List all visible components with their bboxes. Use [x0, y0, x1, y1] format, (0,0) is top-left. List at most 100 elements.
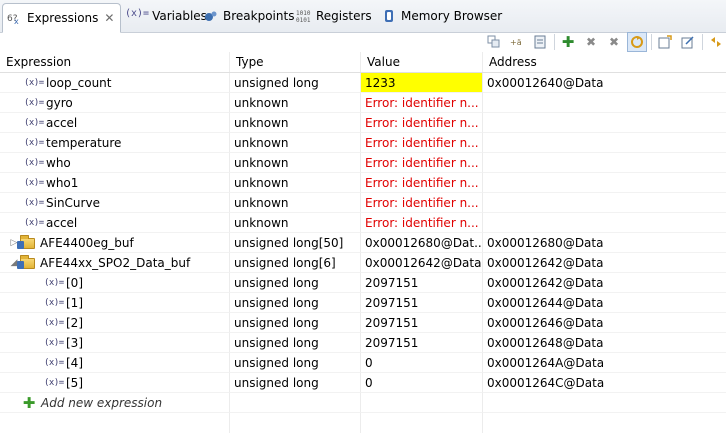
table-row[interactable]: (x)= gyro unknown Error: identifier n...: [0, 93, 726, 113]
column-header-expression[interactable]: Expression: [0, 52, 230, 72]
value-cell[interactable]: 0: [361, 373, 483, 393]
expression-name: who1: [46, 176, 79, 190]
table-row[interactable]: (x)= loop_count unsigned long 1233 0x0001264…: [0, 73, 726, 93]
value-cell[interactable]: 0: [361, 353, 483, 373]
address-cell: 0x0001264C@Data: [483, 373, 726, 393]
type-cell: unknown: [230, 173, 361, 193]
array-folder-icon: [17, 254, 35, 269]
add-new-expression-label[interactable]: Add new expression: [41, 393, 162, 412]
add-icon[interactable]: ✚: [20, 393, 38, 412]
remove-expression-icon[interactable]: ✖: [581, 32, 601, 52]
value-cell[interactable]: Error: identifier n...: [361, 213, 483, 233]
variable-icon: (x)=: [24, 158, 44, 168]
collapse-all-icon[interactable]: [484, 32, 504, 52]
value-cell[interactable]: Error: identifier n...: [361, 193, 483, 213]
refresh-icon[interactable]: [627, 32, 647, 52]
expression-cell: (x)= who: [0, 153, 230, 173]
close-icon[interactable]: ✕: [104, 11, 114, 25]
value-cell[interactable]: Error: identifier n...: [361, 153, 483, 173]
column-header-address[interactable]: Address: [483, 52, 726, 72]
expression-name: gyro: [46, 96, 73, 110]
empty-cell: [483, 393, 726, 413]
expression-name: AFE44xx_SPO2_Data_buf: [40, 256, 191, 270]
expression-name: [4]: [66, 356, 83, 370]
table-row[interactable]: ◢ AFE44xx_SPO2_Data_buf unsigned long[6] 0x…: [0, 253, 726, 273]
variable-icon: (x)=: [44, 298, 64, 308]
variable-icon: (x)=: [44, 338, 64, 348]
table-row[interactable]: (x)= [0] unsigned long 2097151 0x00012642@Da…: [0, 273, 726, 293]
add-new-expression-row[interactable]: ✚ Add new expression: [0, 393, 726, 413]
breakpoints-icon: [203, 8, 219, 24]
export-icon[interactable]: [678, 32, 698, 52]
table-header: Expression Type Value Address: [0, 52, 726, 73]
variable-icon: (x)=: [44, 278, 64, 288]
tab-label: Breakpoints: [223, 9, 295, 23]
address-cell: 0x00012644@Data: [483, 293, 726, 313]
tab-expressions[interactable]: 6? x Expressions ✕: [2, 3, 122, 33]
table-row[interactable]: (x)= temperature unknown Error: identifier …: [0, 133, 726, 153]
value-cell[interactable]: Error: identifier n...: [361, 133, 483, 153]
expression-cell: ✚ Add new expression: [0, 393, 230, 413]
column-header-type[interactable]: Type: [230, 52, 361, 72]
type-cell: unsigned long: [230, 293, 361, 313]
variable-icon: (x)=: [44, 318, 64, 328]
variable-icon: (x)=: [24, 218, 44, 228]
table-row[interactable]: (x)= [3] unsigned long 2097151 0x00012648@Da…: [0, 333, 726, 353]
table-row[interactable]: (x)= SinCurve unknown Error: identifier n..…: [0, 193, 726, 213]
tab-registers[interactable]: 1010 0101 Registers: [296, 4, 372, 28]
table-row[interactable]: (x)= accel unknown Error: identifier n...: [0, 113, 726, 133]
address-cell: [483, 173, 726, 193]
value-cell[interactable]: 2097151: [361, 333, 483, 353]
value-cell[interactable]: 2097151: [361, 293, 483, 313]
column-header-value[interactable]: Value: [361, 52, 483, 72]
memory-icon: [381, 8, 397, 24]
remove-all-expressions-icon[interactable]: ✖: [604, 32, 624, 52]
address-cell: [483, 213, 726, 233]
tab-label: Expressions: [27, 11, 99, 25]
sync-icon[interactable]: [706, 32, 726, 52]
type-cell: unknown: [230, 93, 361, 113]
tab-memory-browser[interactable]: Memory Browser: [381, 4, 502, 28]
table-row[interactable]: (x)= [4] unsigned long 0 0x0001264A@Data: [0, 353, 726, 373]
value-cell[interactable]: 2097151: [361, 313, 483, 333]
type-cell: unknown: [230, 153, 361, 173]
value-cell[interactable]: Error: identifier n...: [361, 113, 483, 133]
expression-cell: (x)= [0]: [0, 273, 230, 293]
show-type-names-icon[interactable]: +ä: [507, 32, 527, 52]
table-row[interactable]: (x)= who1 unknown Error: identifier n...: [0, 173, 726, 193]
svg-text:x: x: [14, 17, 19, 26]
show-logical-structure-icon[interactable]: [530, 32, 550, 52]
table-row[interactable]: (x)= [5] unsigned long 0 0x0001264C@Data: [0, 373, 726, 393]
add-expression-icon[interactable]: ✚: [558, 32, 578, 52]
tab-variables[interactable]: (x)= Variables: [125, 4, 207, 28]
table-row[interactable]: (x)= who unknown Error: identifier n...: [0, 153, 726, 173]
new-window-icon[interactable]: [655, 32, 675, 52]
table-row[interactable]: (x)= accel unknown Error: identifier n...: [0, 213, 726, 233]
address-cell: 0x00012642@Data: [483, 273, 726, 293]
table-row[interactable]: ▷ AFE4400eg_buf unsigned long[50] 0x0001268…: [0, 233, 726, 253]
variable-icon: (x)=: [24, 138, 44, 148]
table-row[interactable]: (x)= [1] unsigned long 2097151 0x00012644@Da…: [0, 293, 726, 313]
expression-name: AFE4400eg_buf: [40, 236, 134, 250]
empty-cell: [0, 413, 230, 433]
value-cell[interactable]: 2097151: [361, 273, 483, 293]
expression-name: [2]: [66, 316, 83, 330]
expression-cell: (x)= gyro: [0, 93, 230, 113]
tab-label: Registers: [316, 9, 372, 23]
table-row[interactable]: (x)= [2] unsigned long 2097151 0x00012646@Da…: [0, 313, 726, 333]
tab-breakpoints[interactable]: Breakpoints: [203, 4, 294, 28]
value-cell[interactable]: 0x00012680@Dat...: [361, 233, 483, 253]
array-folder-icon: [17, 234, 35, 249]
expression-cell: (x)= [4]: [0, 353, 230, 373]
value-cell[interactable]: Error: identifier n...: [361, 173, 483, 193]
value-cell[interactable]: 0x00012642@Data: [361, 253, 483, 273]
variables-icon: (x)=: [125, 8, 150, 19]
address-cell: 0x0001264A@Data: [483, 353, 726, 373]
value-cell[interactable]: Error: identifier n...: [361, 93, 483, 113]
address-cell: [483, 133, 726, 153]
expression-cell: (x)= [3]: [0, 333, 230, 353]
expression-cell: (x)= accel: [0, 213, 230, 233]
svg-text:1010: 1010: [296, 10, 311, 17]
expression-cell: (x)= [1]: [0, 293, 230, 313]
value-cell[interactable]: 1233: [361, 73, 483, 93]
